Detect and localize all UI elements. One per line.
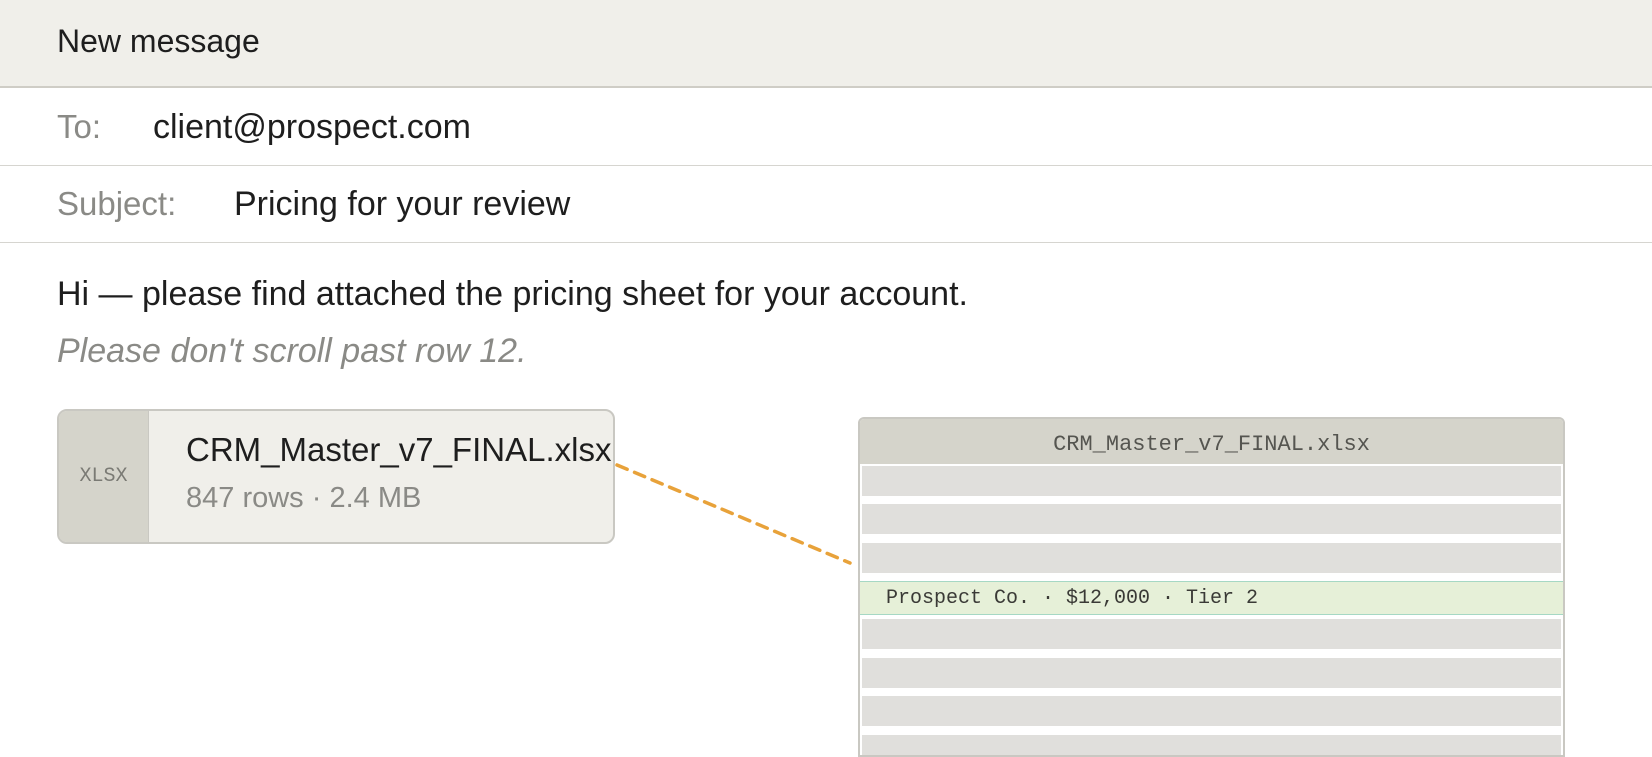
sheet-row	[862, 466, 1561, 496]
subject-field-row[interactable]: Subject: Pricing for your review	[0, 166, 1652, 243]
attachment-card[interactable]: XLSX CRM_Master_v7_FINAL.xlsx 847 rows ·…	[57, 409, 615, 544]
message-body-note[interactable]: Please don't scroll past row 12.	[57, 330, 527, 372]
attachment-file-name[interactable]: CRM_Master_v7_FINAL.xlsx	[186, 430, 611, 470]
sheet-row	[862, 543, 1561, 573]
highlighted-row-text: Prospect Co. · $12,000 · Tier 2	[886, 587, 1259, 610]
spreadsheet-file-icon: XLSX	[59, 411, 149, 542]
subject-input[interactable]: Pricing for your review	[234, 184, 570, 224]
to-input[interactable]: client@prospect.com	[153, 107, 471, 147]
sheet-row	[862, 735, 1561, 755]
sheet-row	[862, 696, 1561, 726]
sheet-row	[862, 504, 1561, 534]
to-label: To:	[57, 108, 102, 145]
sheet-row-highlighted: Prospect Co. · $12,000 · Tier 2	[860, 581, 1563, 615]
compose-header: New message	[0, 0, 1652, 88]
attachment-file-meta: 847 rows · 2.4 MB	[186, 482, 422, 514]
preview-title: CRM_Master_v7_FINAL.xlsx	[860, 419, 1563, 464]
dashed-connector	[615, 463, 852, 565]
message-body-text[interactable]: Hi — please find attached the pricing sh…	[57, 273, 968, 315]
spreadsheet-preview: CRM_Master_v7_FINAL.xlsx Prospect Co. · …	[858, 417, 1565, 757]
to-field-row[interactable]: To: client@prospect.com	[0, 88, 1652, 166]
file-type-label: XLSX	[79, 464, 128, 488]
sheet-row	[862, 619, 1561, 649]
subject-label: Subject:	[57, 185, 177, 222]
compose-title: New message	[57, 23, 260, 59]
sheet-row	[862, 658, 1561, 688]
